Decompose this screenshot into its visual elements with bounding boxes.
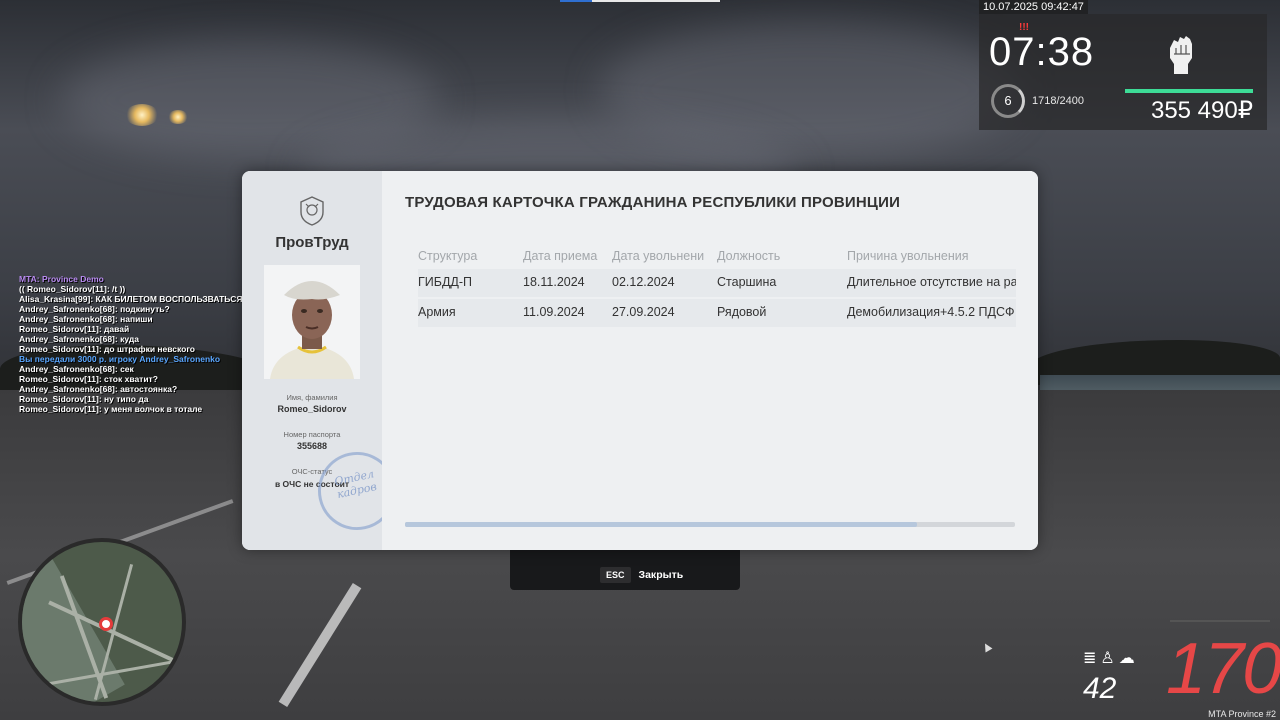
horizontal-scrollbar[interactable] (405, 522, 1015, 527)
close-hint[interactable]: ESC Закрыть (600, 566, 683, 584)
chat-message: (( Romeo_Sidorov[11]: /t )) (19, 284, 126, 294)
passport-label: Номер паспорта (283, 430, 341, 439)
column-header-hire-date: Дата приема (523, 249, 598, 263)
cell-position: Старшина (717, 275, 777, 289)
chat-message: Alisa_Krasina[99]: КАК БИЛЕТОМ ВОСПОЛЬЗВ… (19, 294, 243, 304)
money-bar (1125, 89, 1253, 93)
level-ring-icon: 6 (991, 84, 1025, 118)
esc-key[interactable]: ESC (600, 567, 631, 583)
cell-reason: Длительное отсутствие на ра (847, 275, 1016, 289)
cell-structure: Армия (418, 305, 456, 319)
top-progress-strip (560, 0, 720, 2)
chat-message: Romeo_Sidorov[11]: сток хватит? (19, 374, 158, 384)
table-row[interactable]: ГИБДД-П 18.11.2024 02.12.2024 Старшина Д… (418, 269, 1016, 297)
scrollbar-thumb[interactable] (405, 522, 918, 527)
cell-structure: ГИБДД-П (418, 275, 473, 289)
vehicle-indicators: ≣♙☁ (1083, 648, 1139, 668)
chat-message: Andrey_Safronenko[68]: подкинуть? (19, 304, 170, 314)
column-header-structure: Структура (418, 249, 478, 263)
server-tag: MTA Province #2 (1208, 709, 1276, 719)
player-marker-icon (99, 617, 113, 631)
employment-card: ПровТруд Имя, фамилия Romeo_Sidorov Номе… (242, 171, 1038, 550)
table-row[interactable]: Армия 11.09.2024 27.09.2024 Рядовой Демо… (418, 299, 1016, 327)
chat-message: Andrey_Safronenko[68]: автостоянка? (19, 384, 178, 394)
fuel-value: 42 (1083, 672, 1117, 705)
seatbelt-icon: ♙ (1100, 650, 1119, 667)
road-marking (278, 582, 362, 708)
minimap[interactable] (18, 538, 186, 706)
headlights-icon: ≣ (1083, 650, 1101, 667)
cell-hire-date: 18.11.2024 (523, 275, 585, 289)
column-header-dismissal-date: Дата увольнени (612, 249, 705, 263)
street-lamp (125, 104, 159, 126)
close-button[interactable]: Закрыть (639, 569, 684, 581)
chat-box: MTA: Province Demo(( Romeo_Sidorov[11]: … (19, 274, 259, 414)
citizen-photo (264, 265, 360, 379)
column-header-position: Должность (717, 249, 781, 263)
coat-of-arms-icon (300, 196, 324, 226)
cell-dismissal-date: 02.12.2024 (612, 275, 675, 289)
chat-message: Вы передали 3000 р. игроку Andrey_Safron… (19, 354, 221, 364)
chat-message: MTA: Province Demo (19, 274, 104, 284)
organization-name: ПровТруд (275, 234, 349, 251)
passport-value: 355688 (296, 441, 328, 451)
chat-message: Andrey_Safronenko[68]: куда (19, 334, 139, 344)
chat-message: Romeo_Sidorov[11]: до штрафки невского (19, 344, 195, 354)
column-header-reason: Причина увольнения (847, 249, 969, 263)
speed-value: 170 (1166, 629, 1280, 709)
engine-icon: ☁ (1118, 650, 1139, 667)
cell-position: Рядовой (717, 305, 767, 319)
employment-table: Структура Дата приема Дата увольнени Дол… (418, 243, 1016, 329)
card-profile-panel: ПровТруд Имя, фамилия Romeo_Sidorov Номе… (242, 171, 404, 550)
name-label: Имя, фамилия (286, 393, 338, 402)
chat-message: Romeo_Sidorov[11]: у меня волчок в тотал… (19, 404, 203, 414)
card-title: ТРУДОВАЯ КАРТОЧКА ГРАЖДАНИНА РЕСПУБЛИКИ … (405, 194, 901, 211)
chat-message: Andrey_Safronenko[68]: сек (19, 364, 134, 374)
fist-icon (1170, 36, 1192, 74)
hud-panel: !!! 07:38 6 1718/2400 355 490₽ (979, 14, 1267, 130)
cell-reason: Демобилизация+4.5.2 ПДСФ (847, 305, 1015, 319)
street-lamp (168, 110, 188, 124)
cell-dismissal-date: 27.09.2024 (612, 305, 675, 319)
experience-value: 1718/2400 (1032, 95, 1084, 107)
table-header: Структура Дата приема Дата увольнени Дол… (418, 243, 1016, 269)
chat-message: Romeo_Sidorov[11]: давай (19, 324, 130, 334)
name-value: Romeo_Sidorov (277, 404, 347, 414)
chat-message: Andrey_Safronenko[68]: напиши (19, 314, 153, 324)
top-progress-segment (560, 0, 592, 2)
speed-gauge (1170, 620, 1270, 626)
card-history-panel: ТРУДОВАЯ КАРТОЧКА ГРАЖДАНИНА РЕСПУБЛИКИ … (382, 171, 1038, 550)
citizen-avatar (264, 265, 360, 379)
chat-message: Romeo_Sidorov[11]: ну типо да (19, 394, 149, 404)
real-datetime: 10.07.2025 09:42:47 (979, 0, 1088, 14)
cell-hire-date: 11.09.2024 (523, 305, 585, 319)
game-time: 07:38 (989, 30, 1095, 74)
money-value: 355 490₽ (1150, 97, 1253, 124)
